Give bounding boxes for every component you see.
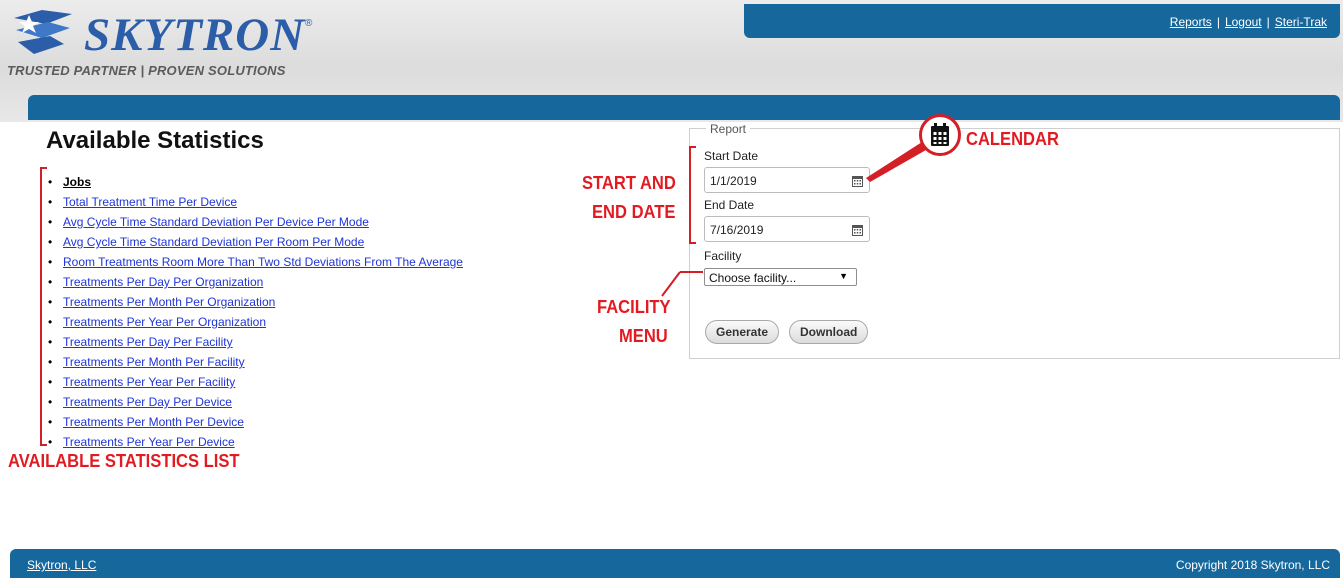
list-item: Avg Cycle Time Standard Deviation Per Ro… xyxy=(48,232,463,252)
dates-bracket xyxy=(689,146,696,244)
page-header: SKYTRON ® TRUSTED PARTNER | PROVEN SOLUT… xyxy=(0,0,1343,122)
brand-tagline: TRUSTED PARTNER | PROVEN SOLUTIONS xyxy=(7,63,286,78)
link-separator: | xyxy=(1266,15,1270,29)
list-item: Treatments Per Month Per Organization xyxy=(48,292,463,312)
list-item: Treatments Per Day Per Device xyxy=(48,392,463,412)
list-item: Avg Cycle Time Standard Deviation Per De… xyxy=(48,212,463,232)
copyright-text: Copyright 2018 Skytron, LLC xyxy=(1175,558,1330,572)
stat-link[interactable]: Treatments Per Month Per Organization xyxy=(63,295,275,309)
calendar-callout: CALENDAR xyxy=(966,129,1059,149)
facility-callout-line1: FACILITY xyxy=(597,297,671,317)
list-item: Treatments Per Month Per Facility xyxy=(48,352,463,372)
reports-link[interactable]: Reports xyxy=(1170,15,1212,29)
top-utility-bar: Reports | Logout | Steri-Trak xyxy=(744,4,1340,38)
list-item: Treatments Per Year Per Organization xyxy=(48,312,463,332)
end-date-field[interactable]: 7/16/2019 xyxy=(704,216,870,242)
registered-mark: ® xyxy=(305,18,313,29)
facility-label: Facility xyxy=(704,249,742,263)
stat-link[interactable]: Treatments Per Day Per Organization xyxy=(63,275,263,289)
stat-link[interactable]: Treatments Per Year Per Organization xyxy=(63,315,266,329)
report-panel: Report Start Date 1/1/2019 End Date 7/16… xyxy=(689,122,1340,359)
stat-link[interactable]: Avg Cycle Time Standard Deviation Per De… xyxy=(63,215,369,229)
calendar-icon[interactable] xyxy=(852,224,863,239)
end-date-value: 7/16/2019 xyxy=(710,223,764,237)
start-date-value: 1/1/2019 xyxy=(710,174,757,188)
logout-link[interactable]: Logout xyxy=(1225,15,1262,29)
report-legend: Report xyxy=(706,122,751,136)
page-title: Available Statistics xyxy=(46,127,264,154)
skytron-logo[interactable]: SKYTRON ® xyxy=(12,8,312,61)
list-item: Total Treatment Time Per Device xyxy=(48,192,463,212)
stats-list-callout: AVAILABLE STATISTICS LIST xyxy=(8,451,240,471)
main-nav-bar xyxy=(28,95,1340,120)
list-item: Jobs xyxy=(48,172,463,192)
statistics-list: Jobs Total Treatment Time Per Device Avg… xyxy=(48,172,463,452)
stat-link[interactable]: Treatments Per Year Per Device xyxy=(63,435,235,449)
stat-link[interactable]: Treatments Per Day Per Device xyxy=(63,395,232,409)
dropdown-caret-icon: ▼ xyxy=(839,271,848,281)
link-separator: | xyxy=(1216,15,1220,29)
calendar-pointer-line xyxy=(866,142,926,182)
start-date-label: Start Date xyxy=(704,149,759,163)
calendar-callout-icon xyxy=(919,114,961,156)
stat-link[interactable]: Treatments Per Year Per Facility xyxy=(63,375,235,389)
logo-wordmark: SKYTRON xyxy=(84,9,306,61)
dates-callout-line1: START AND xyxy=(582,173,676,193)
page-footer: Skytron, LLC Copyright 2018 Skytron, LLC xyxy=(10,549,1340,578)
download-button[interactable]: Download xyxy=(789,320,869,344)
stat-link[interactable]: Total Treatment Time Per Device xyxy=(63,195,237,209)
stat-link[interactable]: Treatments Per Month Per Facility xyxy=(63,355,245,369)
list-item: Treatments Per Month Per Device xyxy=(48,412,463,432)
list-item: Treatments Per Year Per Facility xyxy=(48,372,463,392)
stat-link[interactable]: Room Treatments Room More Than Two Std D… xyxy=(63,255,463,269)
skytron-swoosh-icon xyxy=(14,10,72,54)
top-links: Reports | Logout | Steri-Trak xyxy=(1170,15,1327,29)
end-date-label: End Date xyxy=(704,198,755,212)
stat-link[interactable]: Treatments Per Month Per Device xyxy=(63,415,244,429)
steri-trak-link[interactable]: Steri-Trak xyxy=(1275,15,1327,29)
list-item: Treatments Per Day Per Organization xyxy=(48,272,463,292)
start-date-field[interactable]: 1/1/2019 xyxy=(704,167,870,193)
facility-select[interactable]: Choose facility... ▼ xyxy=(704,268,857,286)
generate-button[interactable]: Generate xyxy=(705,320,780,344)
facility-callout-line2: MENU xyxy=(619,326,668,346)
stat-link[interactable]: Treatments Per Day Per Facility xyxy=(63,335,233,349)
stat-link-jobs[interactable]: Jobs xyxy=(63,175,91,189)
company-link[interactable]: Skytron, LLC xyxy=(27,558,96,572)
dates-callout-line2: END DATE xyxy=(592,202,676,222)
facility-selected-value: Choose facility... xyxy=(709,271,797,285)
list-item: Treatments Per Day Per Facility xyxy=(48,332,463,352)
list-item: Room Treatments Room More Than Two Std D… xyxy=(48,252,463,272)
stat-link[interactable]: Avg Cycle Time Standard Deviation Per Ro… xyxy=(63,235,364,249)
stats-list-bracket xyxy=(40,167,47,446)
facility-pointer-line xyxy=(661,271,703,297)
